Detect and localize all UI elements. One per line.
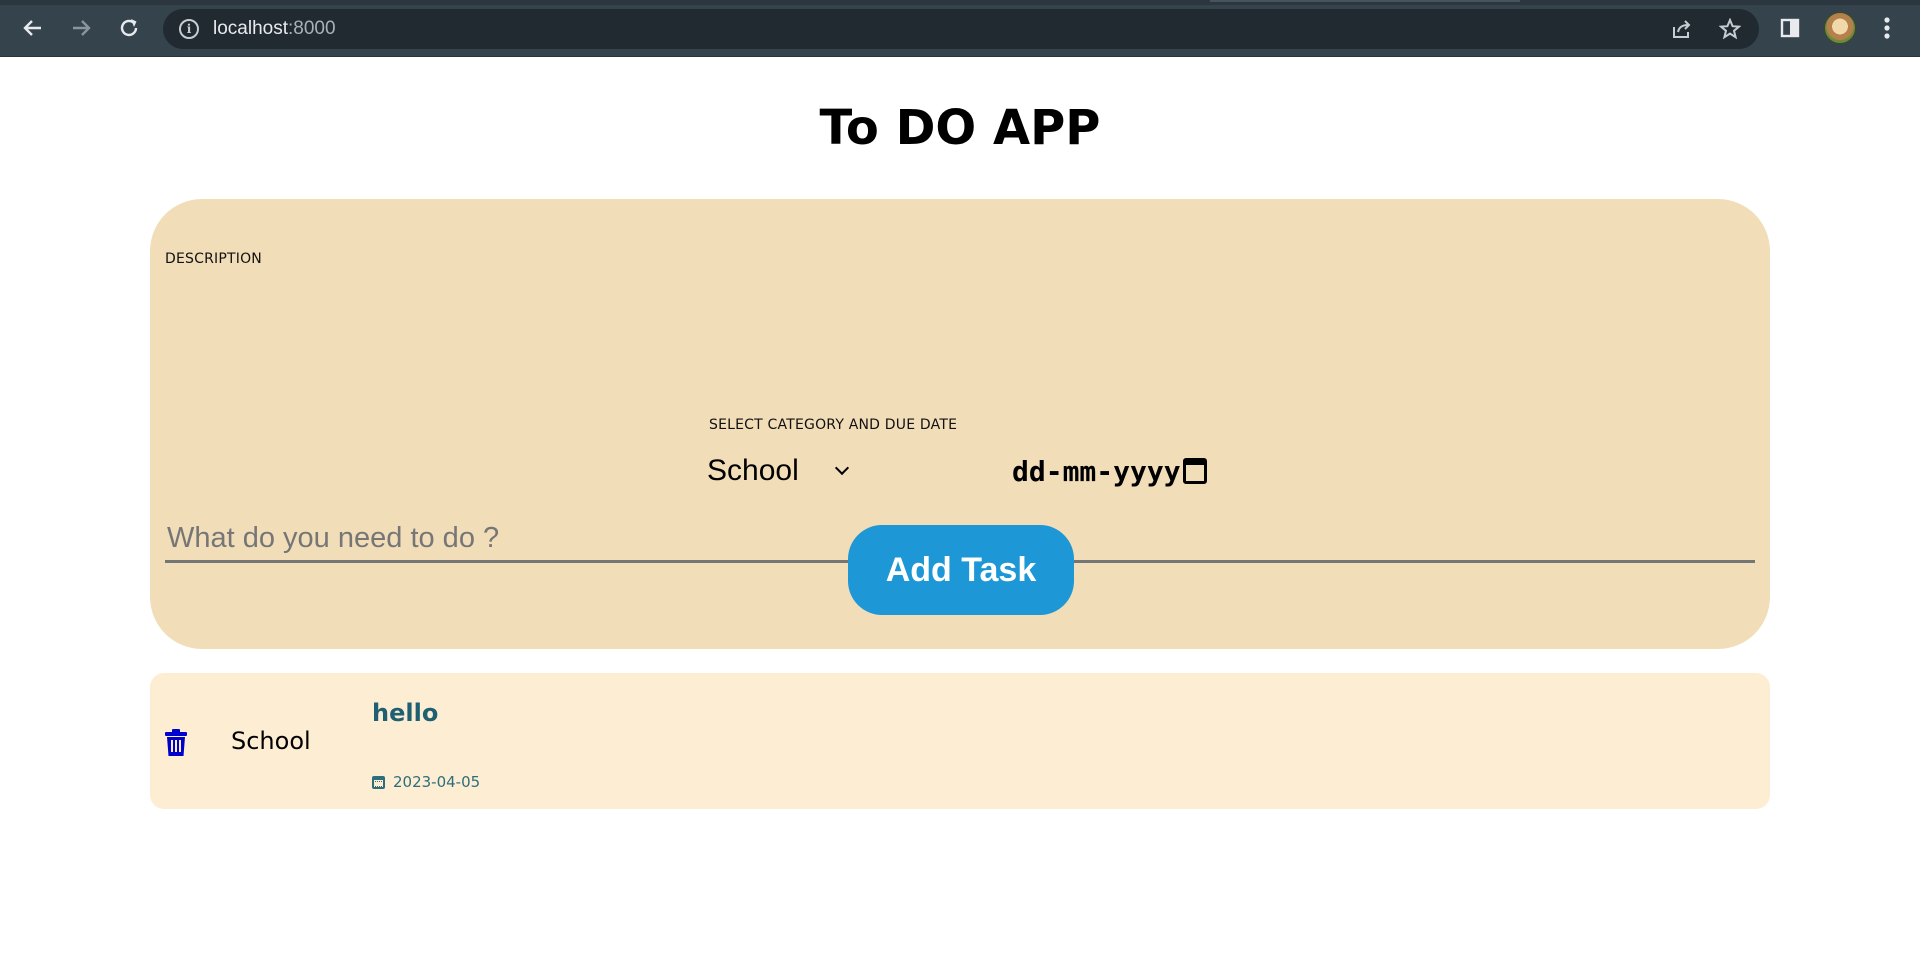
task-form: DESCRIPTION SELECT CATEGORY AND DUE DATE… [150,199,1770,649]
tab-strip-edge [0,0,1920,5]
avatar[interactable] [1824,12,1856,44]
description-label: DESCRIPTION [165,251,262,267]
add-task-button[interactable]: Add Task [848,525,1074,615]
forward-icon[interactable] [61,10,101,46]
trash-icon[interactable] [164,729,188,757]
task-item: School hello 2023-04-05 [150,673,1770,809]
date-placeholder: dd-mm-yyyy [1012,454,1181,488]
menu-icon[interactable] [1871,12,1903,44]
star-icon[interactable] [1716,17,1744,41]
page-title: To DO APP [819,100,1101,156]
url-text[interactable]: localhost:8000 [213,18,336,40]
category-date-label: SELECT CATEGORY AND DUE DATE [709,417,958,433]
info-icon[interactable]: i [179,19,199,39]
calendar-icon[interactable] [1182,458,1207,484]
task-date-text: 2023-04-05 [393,773,481,791]
calendar-icon [372,775,385,789]
back-icon[interactable] [13,10,53,46]
address-bar[interactable]: i localhost:8000 [163,9,1759,49]
task-due-date: 2023-04-05 [372,773,480,791]
share-icon[interactable] [1668,17,1696,41]
due-date-input[interactable]: dd-mm-yyyy [1012,449,1207,493]
task-category: School [231,727,311,755]
category-selected-value: School [707,454,799,487]
sidebar-icon[interactable] [1774,12,1806,44]
reload-icon[interactable] [109,10,149,46]
category-select[interactable]: School [707,449,857,493]
task-title: hello [372,699,439,727]
browser-toolbar: i localhost:8000 [0,0,1920,57]
chevron-down-icon [834,460,850,476]
